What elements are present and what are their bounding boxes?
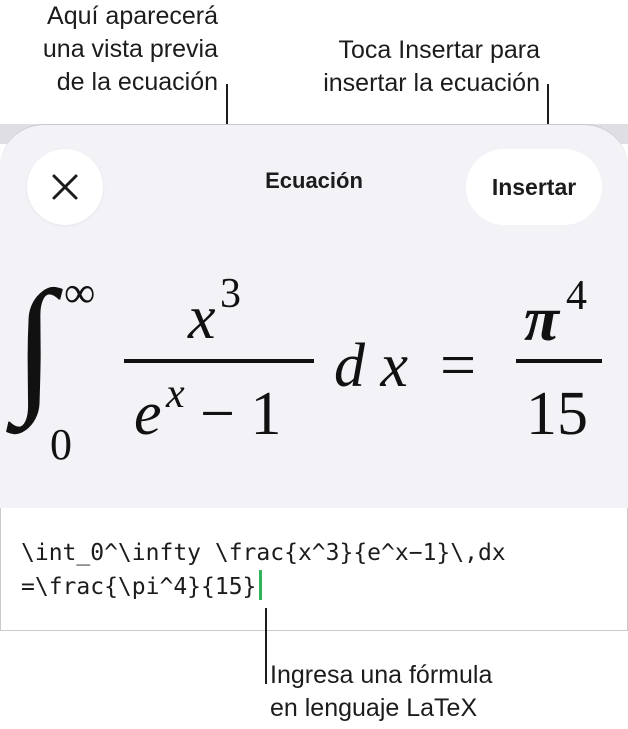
latex-callout-line: en lenguaje LaTeX	[270, 694, 478, 722]
preview-callout: Aquí aparecerá una vista previa de la ec…	[43, 0, 218, 99]
preview-callout-line: Aquí aparecerá	[47, 2, 218, 30]
lower-limit: 0	[50, 420, 72, 469]
rhs-numerator-base: π	[524, 283, 559, 354]
insert-callout: Toca Insertar para insertar la ecuación	[323, 34, 540, 100]
denominator-rest: − 1	[200, 380, 282, 448]
integral-sign: ∫	[14, 261, 56, 427]
numerator-base: x	[188, 284, 216, 352]
insert-callout-line: Toca Insertar para	[338, 36, 541, 64]
numerator-exponent: 3	[220, 271, 241, 317]
latex-line: =\frac{\pi^4}{15}	[21, 570, 263, 600]
preview-callout-line: de la ecuación	[56, 68, 218, 96]
insert-callout-line: insertar la ecuación	[323, 69, 540, 97]
denominator-base: e	[134, 380, 162, 448]
insert-button[interactable]: Insertar	[466, 149, 602, 225]
text-caret	[259, 570, 263, 600]
equals-sign: =	[440, 329, 477, 400]
latex-line: \int_0^\infty \frac{x^3}{e^x−1}\,dx	[21, 540, 506, 566]
equation-preview: ∫ ∞ 0 x 3 e x − 1 d x = π 4 15	[0, 255, 628, 475]
denominator-exponent: x	[166, 371, 185, 417]
rhs-denominator: 15	[526, 380, 588, 448]
upper-limit: ∞	[64, 268, 96, 317]
latex-leader-line	[265, 608, 267, 684]
rhs-numerator-exponent: 4	[566, 273, 587, 319]
preview-callout-line: una vista previa	[42, 35, 218, 63]
differential: d x	[334, 332, 409, 400]
latex-line-text: =\frac{\pi^4}{15}	[21, 574, 257, 600]
latex-line-text: \int_0^\infty \frac{x^3}{e^x−1}\,dx	[21, 540, 506, 566]
rhs-fraction-bar	[516, 359, 602, 363]
fraction-bar	[124, 359, 314, 363]
latex-callout-line: Ingresa una fórmula	[270, 661, 493, 689]
latex-callout: Ingresa una fórmula en lenguaje LaTeX	[270, 659, 492, 725]
latex-input[interactable]: \int_0^\infty \frac{x^3}{e^x−1}\,dx =\fr…	[0, 508, 628, 631]
